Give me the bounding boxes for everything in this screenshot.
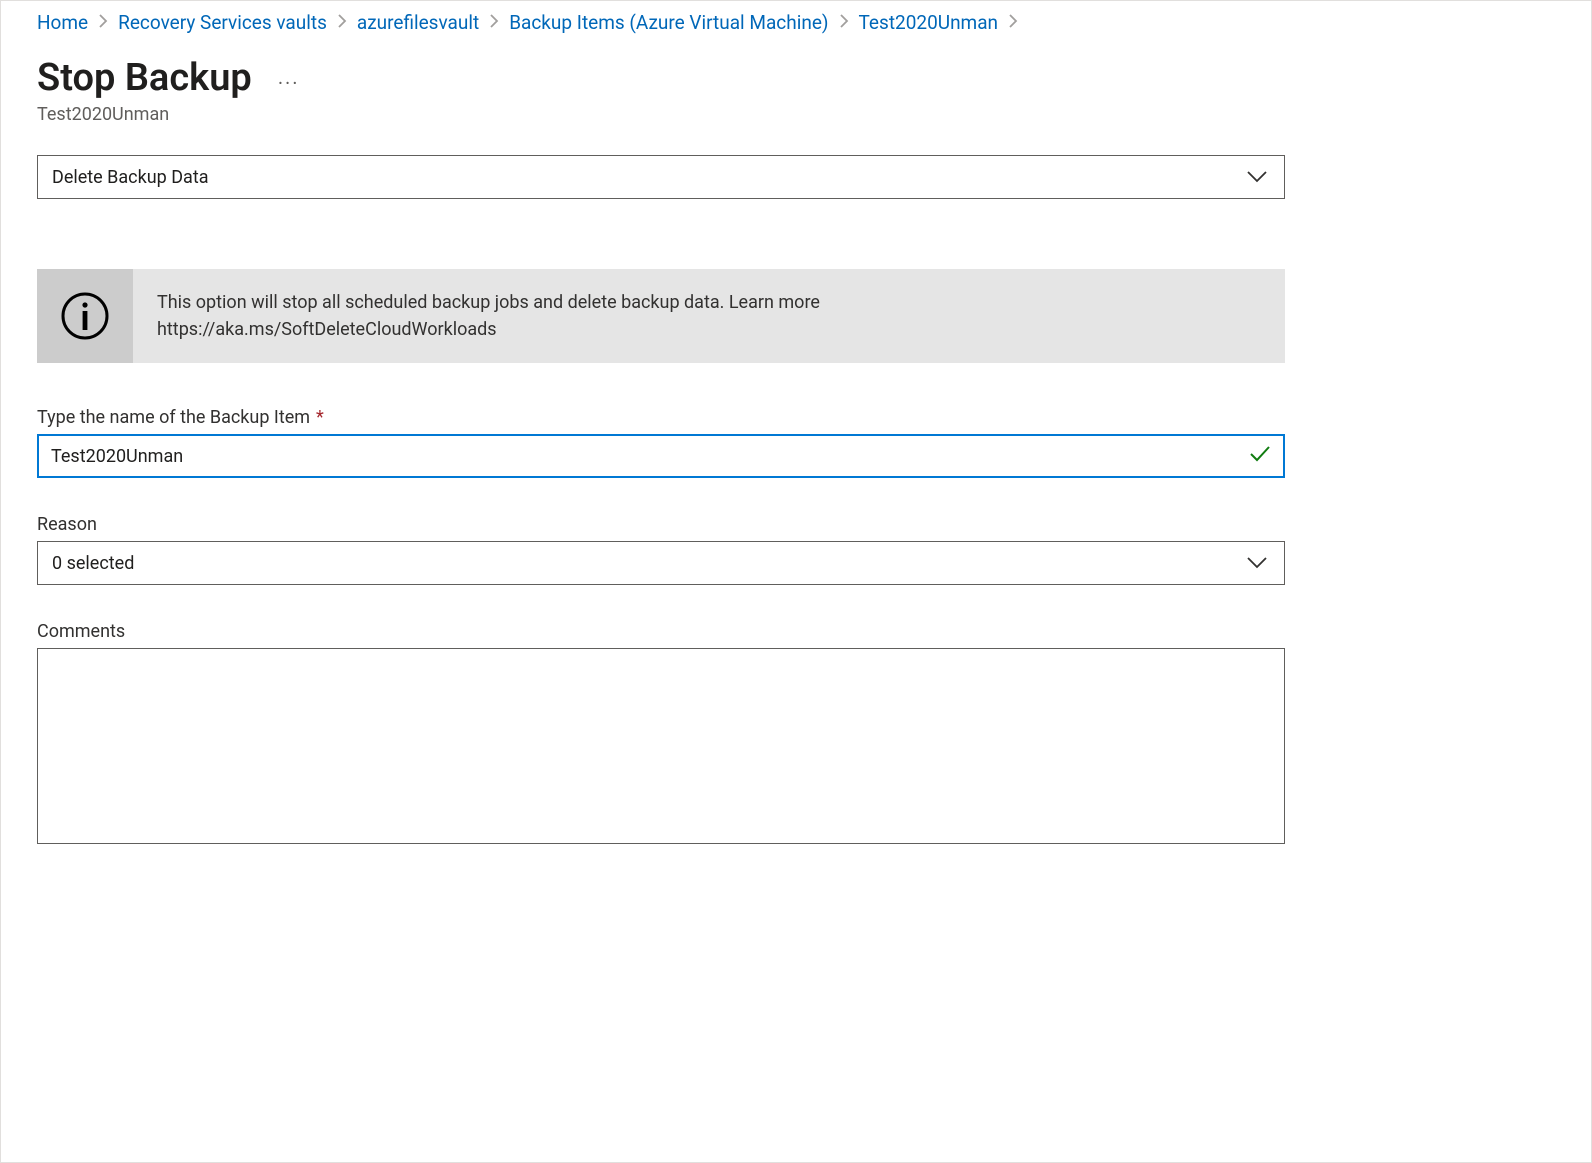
chevron-down-icon	[1246, 556, 1268, 570]
info-icon	[37, 269, 133, 363]
breadcrumb: Home Recovery Services vaults azurefiles…	[1, 1, 1591, 34]
comments-textarea[interactable]	[37, 648, 1285, 844]
breadcrumb-link-home[interactable]: Home	[37, 11, 88, 34]
info-banner: This option will stop all scheduled back…	[37, 269, 1285, 363]
comments-field-label: Comments	[37, 621, 1285, 642]
chevron-down-icon	[1246, 170, 1268, 184]
more-actions-button[interactable]: ···	[272, 67, 306, 99]
page-title: Stop Backup	[37, 56, 252, 100]
dropdown-value: Delete Backup Data	[52, 167, 209, 188]
reason-field-label: Reason	[37, 514, 1285, 535]
required-indicator: *	[316, 407, 324, 428]
breadcrumb-link-backup-items[interactable]: Backup Items (Azure Virtual Machine)	[509, 11, 828, 34]
breadcrumb-link-item[interactable]: Test2020Unman	[859, 11, 999, 34]
info-text-line1: This option will stop all scheduled back…	[157, 289, 820, 316]
ellipsis-icon: ···	[278, 71, 300, 95]
checkmark-icon	[1249, 445, 1271, 467]
chevron-right-icon	[489, 14, 499, 32]
backup-item-name-input[interactable]	[37, 434, 1285, 478]
stop-backup-action-dropdown[interactable]: Delete Backup Data	[37, 155, 1285, 199]
chevron-right-icon	[839, 14, 849, 32]
page-subtitle: Test2020Unman	[1, 100, 1591, 125]
info-text-link[interactable]: https://aka.ms/SoftDeleteCloudWorkloads	[157, 316, 820, 343]
breadcrumb-link-vault[interactable]: azurefilesvault	[357, 11, 479, 34]
name-field-label: Type the name of the Backup Item*	[37, 407, 1285, 428]
chevron-right-icon	[1008, 14, 1018, 32]
chevron-right-icon	[98, 14, 108, 32]
reason-dropdown[interactable]: 0 selected	[37, 541, 1285, 585]
chevron-right-icon	[337, 14, 347, 32]
dropdown-value: 0 selected	[52, 553, 134, 574]
breadcrumb-link-vaults[interactable]: Recovery Services vaults	[118, 11, 327, 34]
